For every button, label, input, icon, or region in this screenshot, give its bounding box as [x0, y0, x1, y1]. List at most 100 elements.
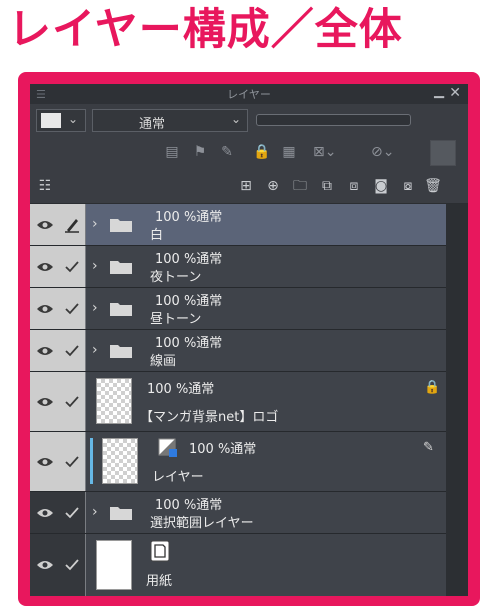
- edit-target-toggle[interactable]: [59, 372, 86, 431]
- layer-list-scrollbar[interactable]: [446, 204, 468, 596]
- layer-color-toggle[interactable]: [430, 140, 456, 166]
- layer-opacity-mode: 100 %通常: [189, 442, 257, 457]
- reference-layer-icon[interactable]: ⚑: [189, 141, 211, 163]
- visibility-toggle[interactable]: [30, 330, 60, 371]
- layer-color-dropdown[interactable]: ⌄: [36, 109, 86, 132]
- check-icon: [65, 506, 79, 518]
- edit-target-toggle[interactable]: [59, 246, 86, 287]
- visibility-toggle[interactable]: [30, 372, 60, 431]
- layer-opacity-mode: 100 %通常: [155, 294, 223, 309]
- opacity-slider[interactable]: [256, 114, 411, 126]
- new-raster-layer-icon[interactable]: ⊞: [235, 175, 257, 197]
- folder-icon: [110, 345, 132, 358]
- blend-mode-select[interactable]: 通常 ⌄: [92, 109, 248, 132]
- visibility-toggle[interactable]: [30, 246, 60, 287]
- visibility-toggle[interactable]: [30, 204, 60, 245]
- edit-target-toggle[interactable]: [59, 534, 86, 596]
- panel-title: レイヤー: [227, 88, 271, 101]
- expand-arrow-icon[interactable]: ›: [92, 216, 98, 232]
- eye-icon: [36, 346, 53, 355]
- blend-row: ⌄ 通常 ⌄: [30, 104, 468, 134]
- layer-name: 選択範囲レイヤー: [150, 516, 254, 531]
- delete-layer-icon[interactable]: 🗑: [422, 175, 444, 197]
- eye-icon: [36, 457, 53, 466]
- layer-opacity-mode: 100 %通常: [155, 336, 223, 351]
- pen-icon: [65, 218, 79, 233]
- visibility-toggle[interactable]: [30, 534, 60, 596]
- layer-thumbnail: [96, 540, 132, 590]
- check-icon: [65, 344, 79, 356]
- mask-enable-icon[interactable]: ⊠⌄: [313, 141, 336, 163]
- layer-row[interactable]: 100 %通常 【マンガ背景net】ロゴ 🔒: [30, 372, 446, 432]
- visibility-toggle[interactable]: [30, 432, 60, 491]
- layer-menu-icon[interactable]: ☷: [34, 175, 56, 197]
- page-heading: レイヤー構成／全体: [8, 5, 403, 55]
- combine-to-lower-layer-icon[interactable]: ⧈: [343, 175, 365, 197]
- eye-icon: [36, 397, 53, 406]
- layer-name: 【マンガ背景net】ロゴ: [140, 410, 279, 425]
- edit-target-toggle[interactable]: [59, 288, 86, 329]
- create-layer-mask-icon[interactable]: ◙: [370, 175, 392, 197]
- folder-icon: [110, 261, 132, 274]
- expand-arrow-icon[interactable]: ›: [92, 300, 98, 316]
- check-icon: [65, 559, 79, 571]
- expand-arrow-icon[interactable]: ›: [92, 258, 98, 274]
- blend-mode-value: 通常: [139, 117, 166, 132]
- edit-target-toggle[interactable]: [59, 330, 86, 371]
- expand-arrow-icon[interactable]: ›: [92, 342, 98, 358]
- layer-row[interactable]: › 100 %通常 選択範囲レイヤー: [30, 492, 446, 534]
- layer-name: レイヤー: [152, 470, 204, 485]
- eye-icon: [36, 220, 53, 229]
- clipping-indicator: [90, 438, 93, 484]
- check-icon: [65, 455, 79, 467]
- layer-name: 線画: [150, 354, 177, 369]
- minimize-icon[interactable]: ▁: [434, 84, 444, 99]
- lock-icon: 🔒: [424, 380, 441, 395]
- edit-target-toggle[interactable]: [59, 432, 86, 491]
- new-folder-icon[interactable]: 🗀: [289, 175, 311, 197]
- eye-icon: [36, 304, 53, 313]
- visibility-toggle[interactable]: [30, 492, 60, 533]
- layer-name: 白: [150, 228, 164, 243]
- expand-arrow-icon[interactable]: ›: [92, 504, 98, 520]
- layer-row[interactable]: › 100 %通常 夜トーン: [30, 246, 446, 288]
- eye-icon: [36, 561, 53, 569]
- chevron-down-icon: ⌄: [68, 112, 79, 126]
- lock-transparent-icon[interactable]: ▦: [278, 141, 300, 163]
- layer-opacity-mode: 100 %通常: [147, 382, 215, 397]
- layer-row[interactable]: › 100 %通常 白: [30, 204, 446, 246]
- layer-list: › 100 %通常 白 › 100 %通常 夜トーン › 100 %通常 昼トー…: [30, 204, 468, 596]
- close-icon[interactable]: ✕: [449, 85, 461, 101]
- clip-lower-layer-icon[interactable]: ▤: [161, 141, 183, 163]
- visibility-toggle[interactable]: [30, 288, 60, 329]
- layer-command-toolbar: ☷ ⊞ ⊕ 🗀 ⧉ ⧈ ◙ ⧇ 🗑: [30, 170, 468, 204]
- panel-titlebar[interactable]: ☰ レイヤー ▁ ✕: [30, 84, 468, 104]
- paper-layer-icon: [150, 540, 170, 562]
- layer-name: 夜トーン: [150, 270, 202, 285]
- layer-row[interactable]: › 100 %通常 昼トーン: [30, 288, 446, 330]
- layer-panel: ☰ レイヤー ▁ ✕ ⌄ 通常 ⌄ ▤ ⚑ ✎ 🔒 ▦ ⊠⌄ ⊘⌄ ☷ ⊞ ⊕ …: [30, 84, 468, 596]
- layer-row[interactable]: 100 %通常 レイヤー ✎: [30, 432, 446, 492]
- layer-thumbnail: [102, 438, 138, 484]
- layer-row[interactable]: › 100 %通常 線画: [30, 330, 446, 372]
- layer-name: 用紙: [146, 574, 173, 589]
- eye-icon: [36, 508, 53, 517]
- check-icon: [65, 260, 79, 272]
- edit-target-toggle[interactable]: [59, 204, 86, 245]
- lock-layer-icon[interactable]: 🔒: [251, 141, 273, 163]
- folder-icon: [110, 303, 132, 316]
- layer-opacity-mode: 100 %通常: [155, 252, 223, 267]
- layer-opacity-mode: 100 %通常: [155, 210, 223, 225]
- eye-icon: [36, 262, 53, 271]
- folder-icon: [110, 507, 132, 520]
- folder-icon: [110, 219, 132, 232]
- edit-target-toggle[interactable]: [59, 492, 86, 533]
- ruler-enable-icon[interactable]: ⊘⌄: [371, 141, 394, 163]
- draft-layer-icon[interactable]: ✎: [216, 141, 238, 163]
- new-vector-layer-icon[interactable]: ⊕: [262, 175, 284, 197]
- layer-opacity-mode: 100 %通常: [155, 498, 223, 513]
- layer-row[interactable]: 用紙: [30, 534, 446, 596]
- apply-mask-icon[interactable]: ⧇: [397, 175, 419, 197]
- transfer-to-lower-layer-icon[interactable]: ⧉: [316, 175, 338, 197]
- reference-icon: ✎: [423, 440, 434, 455]
